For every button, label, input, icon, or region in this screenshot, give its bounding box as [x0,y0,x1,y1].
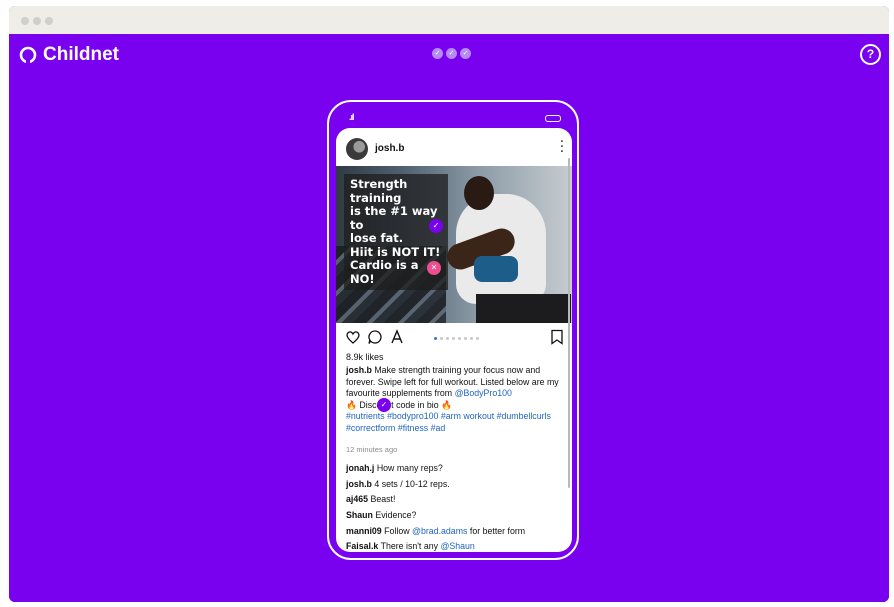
comment-item: Shaun Evidence? [346,510,566,521]
caption-hashtags[interactable]: #nutrients #bodypro100 #arm workout #dum… [346,411,551,433]
comment-icon[interactable] [367,329,383,345]
comment-text: How many reps? [376,463,443,473]
signal-icon: .ıl [349,112,354,122]
comment-text: There isn't any [380,541,438,552]
verified-check-icon[interactable]: ✓ [429,219,443,233]
comment-user[interactable]: manni09 [346,526,382,536]
dumbbell [474,256,518,282]
post-header: josh.b · · · [336,128,572,166]
progress-step-2: ✓ [446,48,457,59]
more-options-icon[interactable]: · · · [560,137,564,158]
overlay-line-2: is the #1 way to [350,204,438,232]
overlay-line-1: Strength training [350,177,408,205]
comment-user[interactable]: Shaun [346,510,373,520]
comment-user[interactable]: aj465 [346,494,368,504]
comment-user[interactable]: jonah.j [346,463,374,473]
likes-count[interactable]: 8.9k likes [346,352,384,362]
post-timestamp: 12 minutes ago [346,445,398,454]
comment-user[interactable]: josh.b [346,479,372,489]
battery-icon [545,115,561,122]
comment-mention[interactable]: @Shaun [440,541,474,551]
title-bar [9,6,889,34]
comment-mention[interactable]: @brad.adams [412,526,467,536]
caption-text: Make strength training your focus now an… [346,365,559,398]
caption-username[interactable]: josh.b [346,365,372,375]
comment-item: josh.b 4 sets / 10-12 reps. [346,479,566,490]
comment-item: manni09 Follow @brad.adams for better fo… [346,526,566,537]
window-maximize-dot[interactable] [45,17,53,25]
comment-item: aj465 Beast! [346,494,566,505]
progress-step-1: ✓ [432,48,443,59]
false-claim-x-icon[interactable]: ✕ [427,261,441,275]
carousel-dots [434,337,479,340]
childnet-logo-icon [19,46,37,64]
comment-item: jonah.j How many reps? [346,463,566,474]
share-icon[interactable] [389,329,405,345]
brand-logo[interactable]: Childnet [19,44,119,66]
caption-discount-line: 🔥 Discount code in bio 🔥 [346,399,453,410]
post-username[interactable]: josh.b [375,143,404,154]
phone-mockup: .ıl josh.b · · · Strength training is th… [327,100,579,560]
verified-check-icon-ad[interactable]: ✓ [377,398,391,412]
comment-text: Beast! [370,494,396,505]
comments-list: jonah.j How many reps? josh.b 4 sets / 1… [346,463,566,552]
app-canvas: Childnet ✓ ✓ ✓ ? .ıl josh.b · · · Streng… [9,34,889,602]
comment-text: 4 sets / 10-12 reps. [374,478,450,489]
overlay-line-3: lose fat. [350,231,404,245]
phone-screen: josh.b · · · Strength training is the #1 w… [336,128,572,552]
brand-name: Childnet [43,44,119,65]
comment-suffix: for better form [469,525,526,536]
athlete-head [464,176,494,210]
avatar[interactable] [346,138,368,160]
browser-window: Childnet ✓ ✓ ✓ ? .ıl josh.b · · · Streng… [9,6,889,602]
comment-user[interactable]: Faisal.k [346,541,378,551]
progress-indicator: ✓ ✓ ✓ [432,48,471,59]
post-actions [336,326,572,350]
caption-mention[interactable]: @BodyPro100 [455,388,512,398]
athlete-shorts [476,294,571,323]
overlay-line-4: Hiit is NOT IT! [350,244,441,259]
post-image[interactable]: Strength training is the #1 way to lose … [336,166,572,323]
help-button[interactable]: ? [860,44,881,65]
comment-text: Follow [384,525,410,536]
window-minimize-dot[interactable] [33,17,41,25]
heart-icon[interactable] [345,329,361,345]
progress-step-3: ✓ [460,48,471,59]
window-close-dot[interactable] [21,17,29,25]
comment-text: Evidence? [375,510,417,521]
comment-item: Faisal.k There isn't any @Shaun [346,541,566,552]
bookmark-icon[interactable] [550,329,564,345]
scrollbar[interactable] [568,158,570,488]
